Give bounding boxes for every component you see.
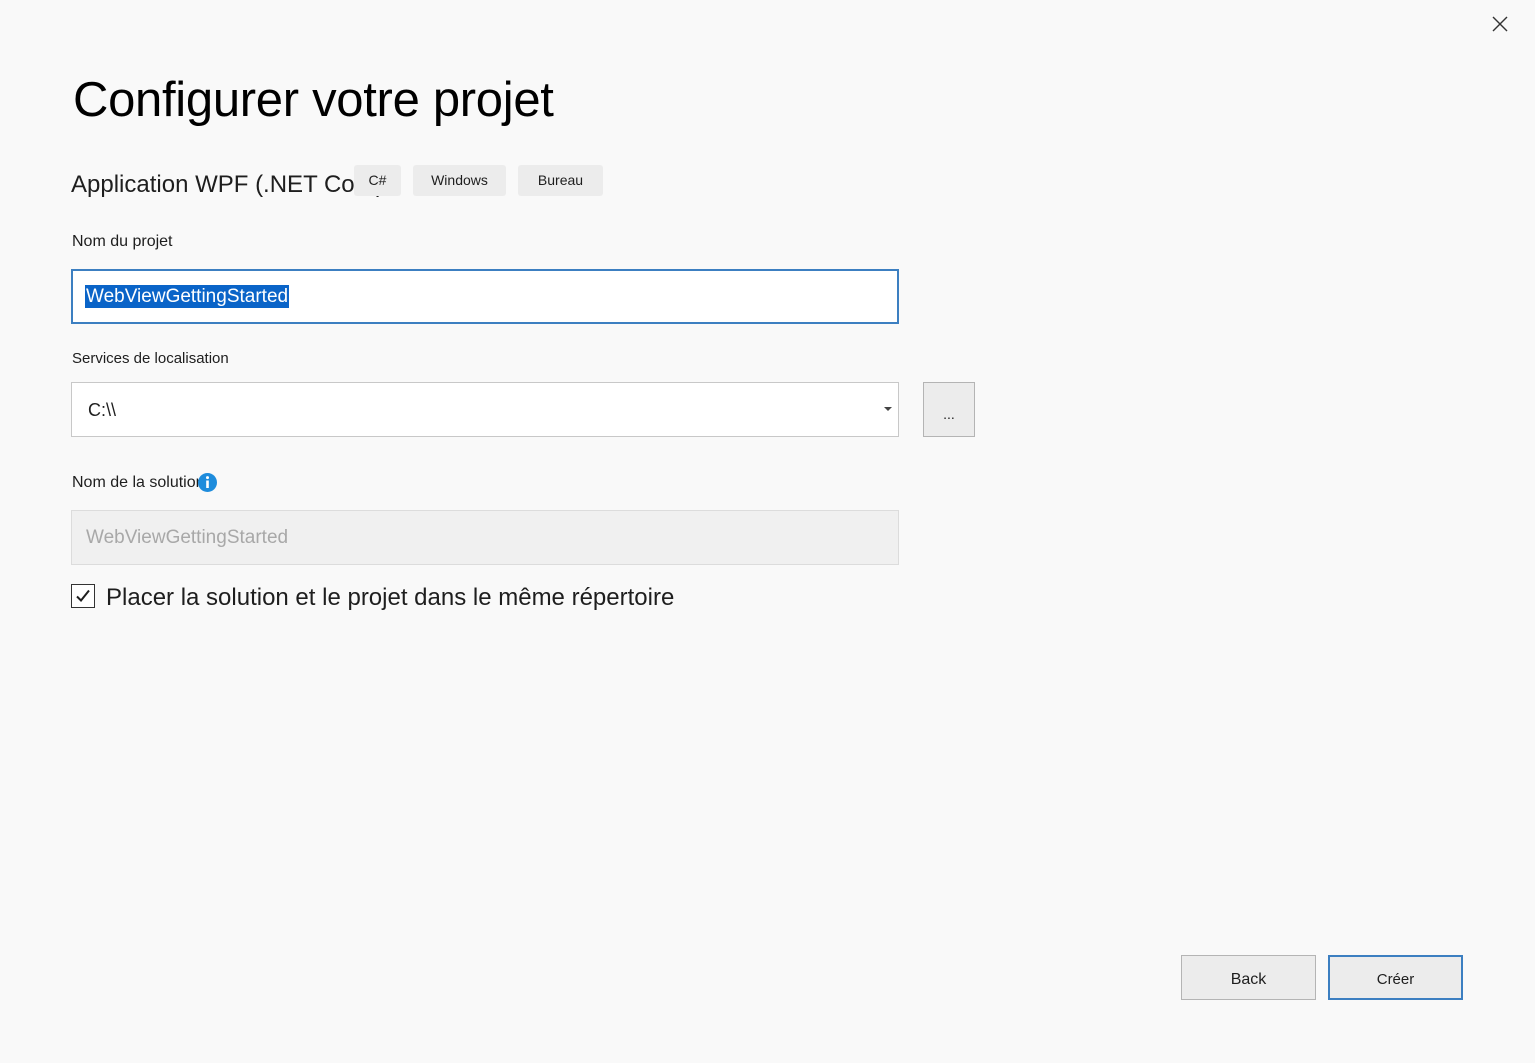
- configure-project-dialog: Configurer votre projet Application WPF …: [0, 0, 1535, 1063]
- info-icon[interactable]: [197, 472, 218, 493]
- location-label: Services de localisation: [72, 350, 229, 367]
- tag-csharp: C#: [354, 165, 401, 196]
- location-dropdown[interactable]: C:\\: [71, 382, 899, 437]
- project-name-value: WebViewGettingStarted: [85, 285, 290, 308]
- location-value: C:\\: [88, 400, 117, 420]
- project-name-input[interactable]: WebViewGettingStarted: [71, 269, 899, 324]
- project-name-label: Nom du projet: [72, 233, 173, 250]
- checkmark-icon: [76, 589, 90, 602]
- solution-name-value: WebViewGettingStarted: [86, 527, 289, 548]
- back-button[interactable]: Back: [1181, 955, 1316, 1000]
- chevron-down-icon: [884, 407, 892, 411]
- solution-name-input[interactable]: WebViewGettingStarted: [71, 510, 899, 565]
- same-directory-label[interactable]: Placer la solution et le projet dans le …: [106, 583, 674, 613]
- template-name: Application WPF (.NET Core): [71, 171, 384, 198]
- close-button[interactable]: [1486, 10, 1514, 38]
- tag-windows: Windows: [413, 165, 506, 196]
- tag-bureau: Bureau: [518, 165, 603, 196]
- close-icon: [1492, 16, 1508, 32]
- page-title: Configurer votre projet: [73, 73, 554, 127]
- same-directory-checkbox[interactable]: [71, 584, 95, 608]
- browse-button[interactable]: ...: [923, 382, 975, 437]
- solution-name-label: Nom de la solution: [72, 474, 205, 491]
- create-button[interactable]: Créer: [1328, 955, 1463, 1000]
